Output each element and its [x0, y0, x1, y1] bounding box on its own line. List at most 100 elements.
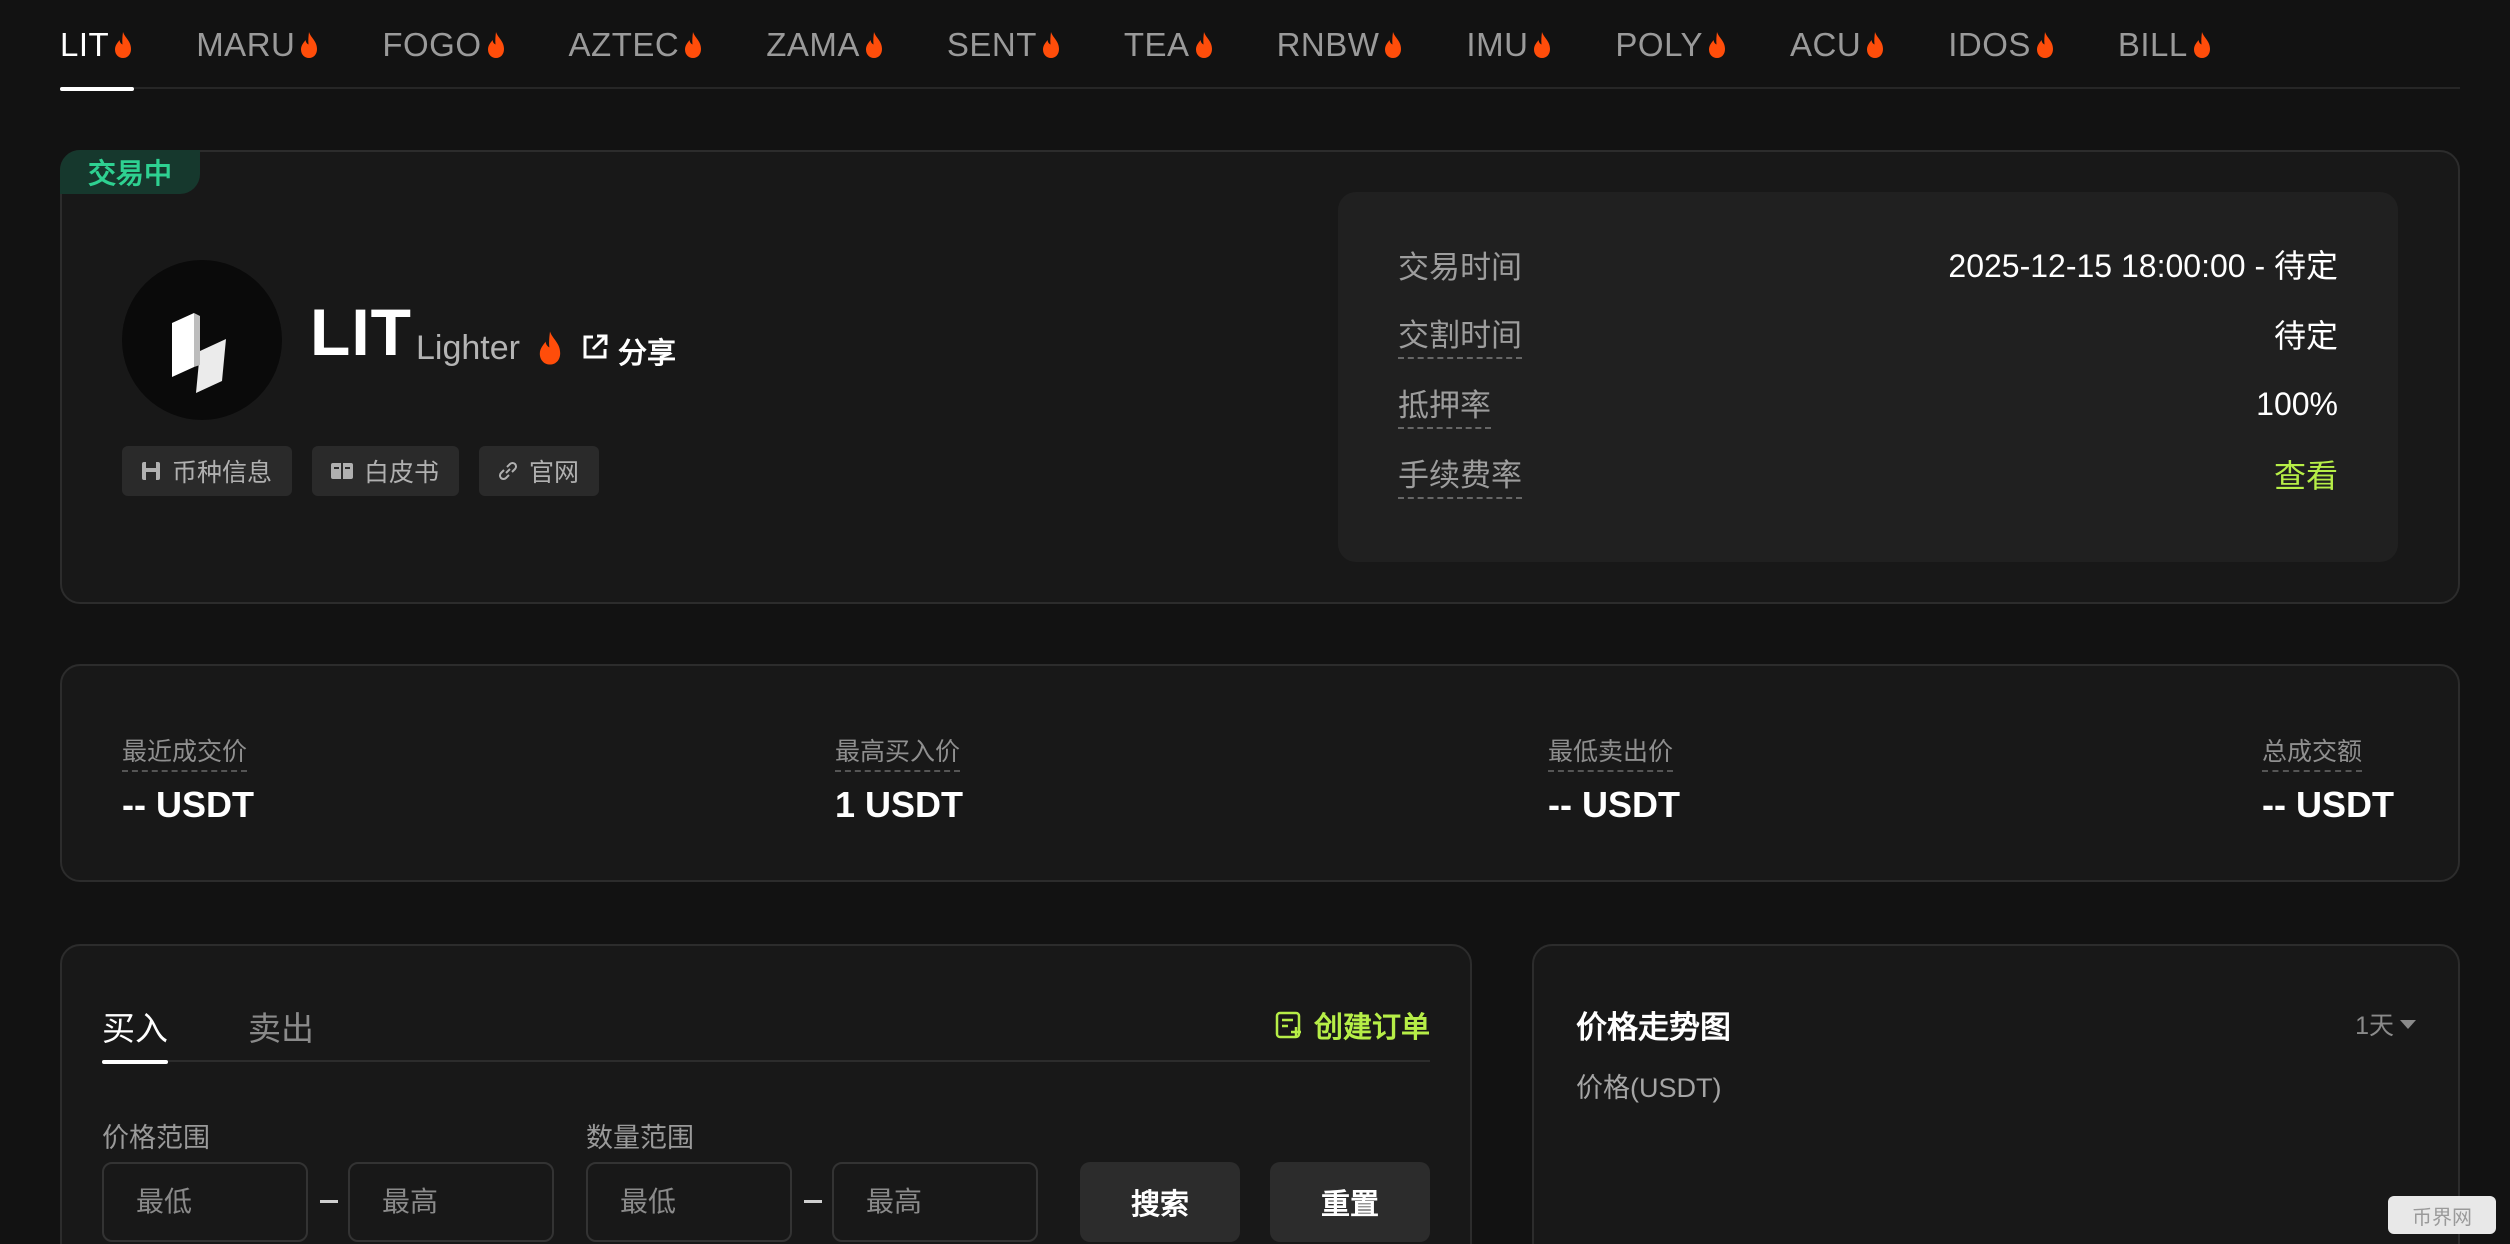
- best-bid-stat: 最高买入价 1 USDT: [835, 732, 963, 826]
- volume-label[interactable]: 总成交额: [2262, 732, 2363, 772]
- range-separator: [804, 1200, 822, 1203]
- watermark: 币界网: [2388, 1196, 2496, 1234]
- tab-maru[interactable]: MARU: [196, 0, 320, 89]
- qty-max-input[interactable]: [832, 1162, 1038, 1242]
- flame-icon: [539, 331, 561, 365]
- flame-icon: [685, 31, 702, 58]
- flame-icon: [865, 31, 882, 58]
- last-price-label[interactable]: 最近成交价: [122, 732, 248, 772]
- flame-icon: [1709, 31, 1725, 58]
- flame-icon: [2036, 31, 2053, 58]
- tab-label: FOGO: [382, 25, 482, 63]
- last-price-stat: 最近成交价 -- USDT: [122, 732, 254, 826]
- tab-label: MARU: [196, 25, 296, 63]
- share-button[interactable]: 分享: [618, 330, 676, 372]
- flame-icon: [301, 31, 318, 58]
- order-book-card: 买入 卖出 创建订单 价格范围 数量范围 搜索 重置: [60, 944, 1472, 1244]
- save-icon: [142, 462, 160, 480]
- tab-label: IMU: [1466, 25, 1529, 63]
- chevron-down-icon: [2400, 1019, 2416, 1029]
- website-button[interactable]: 官网: [479, 446, 600, 496]
- tab-idos[interactable]: IDOS: [1948, 0, 2056, 89]
- share-icon[interactable]: [580, 332, 610, 362]
- lighter-logo-icon: [172, 313, 226, 393]
- tab-sent[interactable]: SENT: [947, 0, 1062, 89]
- period-label: 1天: [2355, 1012, 2394, 1040]
- coin-info-button[interactable]: 币种信息: [122, 446, 293, 496]
- book-icon: [331, 463, 354, 479]
- tab-lit[interactable]: LIT: [60, 0, 135, 91]
- tab-label: ACU: [1790, 25, 1862, 63]
- flame-icon: [1385, 31, 1402, 58]
- token-info-links: 币种信息 白皮书 官网: [122, 446, 619, 496]
- create-order-icon: [1275, 1011, 1301, 1039]
- price-chart-card: 价格走势图 1天 价格(USDT): [1532, 944, 2460, 1244]
- collateral-label[interactable]: 抵押率: [1398, 380, 1491, 429]
- delivery-time-value: 待定: [2273, 318, 2338, 354]
- token-symbol: LIT: [310, 295, 412, 369]
- flame-icon: [1042, 31, 1059, 58]
- price-range-label: 价格范围: [102, 1123, 210, 1153]
- tab-acu[interactable]: ACU: [1790, 0, 1886, 89]
- best-ask-stat: 最低卖出价 -- USDT: [1548, 732, 1680, 826]
- token-logo: [122, 260, 282, 420]
- coin-info-label: 币种信息: [172, 459, 273, 487]
- tab-label: BILL: [2117, 25, 2188, 63]
- tab-label: ZAMA: [766, 25, 860, 63]
- tab-sell[interactable]: 卖出: [248, 1002, 314, 1062]
- tab-label: IDOS: [1948, 25, 2031, 63]
- tab-label: RNBW: [1276, 25, 1380, 63]
- create-order-button[interactable]: 创建订单: [1274, 1004, 1430, 1046]
- tab-poly[interactable]: POLY: [1615, 0, 1728, 89]
- best-ask-value: -- USDT: [1548, 784, 1680, 825]
- whitepaper-label: 白皮书: [364, 459, 440, 487]
- status-badge: 交易中: [60, 150, 201, 194]
- fee-row: 手续费率 查看: [1398, 450, 2338, 499]
- view-fee-link[interactable]: 查看: [2274, 451, 2338, 497]
- reset-button[interactable]: 重置: [1270, 1162, 1430, 1242]
- tab-label: AZTEC: [568, 25, 680, 63]
- collateral-row: 抵押率 100%: [1398, 380, 2338, 429]
- token-name: Lighter: [416, 329, 520, 367]
- trade-time-value: 2025-12-15 18:00:00 - 待定: [1948, 248, 2338, 284]
- tab-bill[interactable]: BILL: [2118, 0, 2213, 89]
- market-tabs: LIT MARU FOGO AZTEC ZAMA SENT TEA RNBW I…: [60, 0, 2460, 91]
- trade-time-row: 交易时间 2025-12-15 18:00:00 - 待定: [1398, 242, 2338, 286]
- flame-icon: [487, 31, 504, 58]
- tab-label: LIT: [60, 25, 110, 63]
- order-side-tabs: 买入 卖出 创建订单: [102, 1002, 1430, 1064]
- tab-label: POLY: [1615, 25, 1703, 63]
- flame-icon: [2193, 31, 2210, 58]
- delivery-time-label[interactable]: 交割时间: [1398, 310, 1522, 359]
- tab-fogo[interactable]: FOGO: [382, 0, 506, 89]
- period-dropdown[interactable]: 1天: [2355, 1006, 2416, 1042]
- delivery-time-row: 交割时间 待定: [1398, 310, 2338, 359]
- best-ask-label[interactable]: 最低卖出价: [1548, 732, 1674, 772]
- search-button[interactable]: 搜索: [1080, 1162, 1240, 1242]
- tab-aztec[interactable]: AZTEC: [569, 0, 705, 89]
- range-separator: [320, 1200, 338, 1203]
- qty-range-label: 数量范围: [586, 1123, 694, 1153]
- tab-label: SENT: [946, 25, 1037, 63]
- tab-buy[interactable]: 买入: [102, 1002, 168, 1064]
- qty-min-input[interactable]: [586, 1162, 792, 1242]
- tab-tea[interactable]: TEA: [1124, 0, 1215, 89]
- whitepaper-button[interactable]: 白皮书: [312, 446, 460, 496]
- volume-value: -- USDT: [2262, 784, 2394, 825]
- flame-icon: [1195, 31, 1212, 58]
- collateral-value: 100%: [2256, 385, 2338, 422]
- flame-icon: [1867, 31, 1884, 58]
- tab-imu[interactable]: IMU: [1466, 0, 1553, 89]
- fee-label[interactable]: 手续费率: [1398, 450, 1522, 499]
- chart-title: 价格走势图: [1576, 1010, 1731, 1045]
- tab-rnbw[interactable]: RNBW: [1277, 0, 1405, 89]
- best-bid-label[interactable]: 最高买入价: [835, 732, 961, 772]
- last-price-value: -- USDT: [122, 784, 254, 825]
- tab-zama[interactable]: ZAMA: [766, 0, 885, 89]
- flame-icon: [115, 31, 132, 58]
- website-label: 官网: [529, 459, 580, 487]
- link-icon: [499, 461, 518, 481]
- price-min-input[interactable]: [102, 1162, 308, 1242]
- price-max-input[interactable]: [348, 1162, 554, 1242]
- volume-stat: 总成交额 -- USDT: [2262, 732, 2394, 826]
